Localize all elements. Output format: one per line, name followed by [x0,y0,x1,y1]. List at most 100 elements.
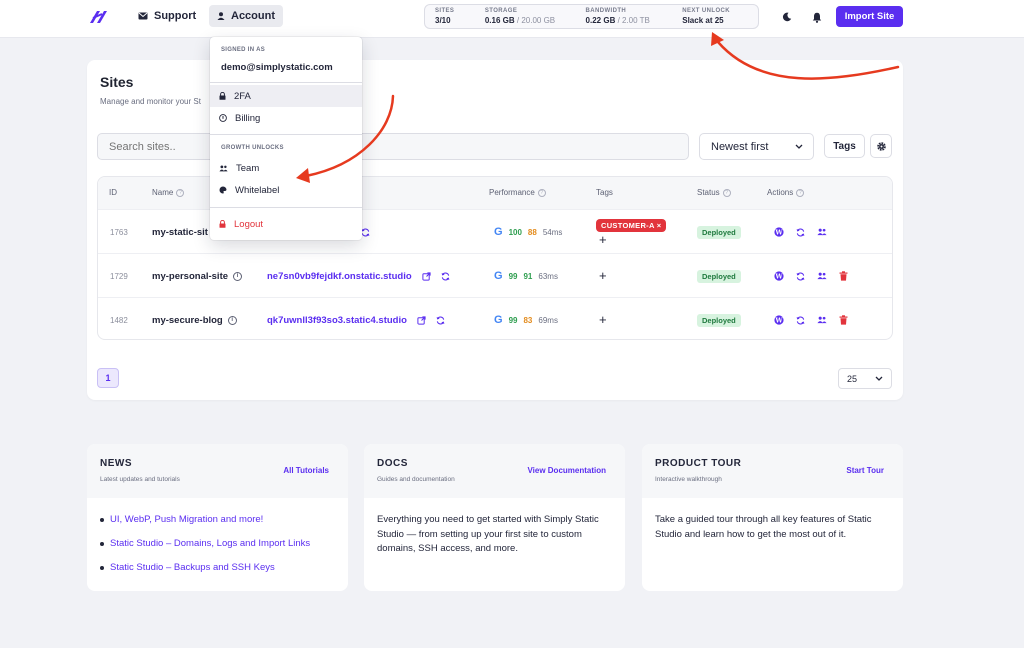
import-site-button[interactable]: Import Site [836,6,903,27]
response-time: 63ms [538,271,558,281]
google-icon: G [494,314,503,326]
gear-icon [876,141,886,151]
sync-icon[interactable] [441,271,450,281]
svg-text:W: W [774,228,783,236]
usage-stats: SITES 3/10 STORAGE 0.16 GB / 20.00 GB BA… [424,4,759,29]
card-header: PRODUCT TOUR Interactive walkthrough Sta… [642,444,903,498]
menu-item-whitelabel[interactable]: Whitelabel [210,179,362,201]
add-tag-icon[interactable]: + [596,269,607,282]
all-tutorials-link[interactable]: All Tutorials [283,466,329,475]
sort-select[interactable]: Newest first [699,133,814,160]
sync-icon[interactable] [796,271,805,281]
pagination-page[interactable]: 1 [97,368,119,388]
site-id: 1729 [110,271,128,281]
sync-icon[interactable] [796,315,805,325]
status-badge: Deployed [697,269,741,283]
site-domain[interactable]: ne7sn0vb9fejdkf.onstatic.studio [267,254,450,298]
help-icon[interactable]: ? [796,188,805,197]
menu-item-label: Team [236,162,260,174]
site-id: 1482 [110,315,128,325]
account-button[interactable]: Account [209,5,283,27]
stat-label: NEXT UNLOCK [682,8,730,14]
info-icon[interactable]: i [227,315,237,325]
billing-icon [219,114,227,122]
tags-button[interactable]: Tags [824,134,865,158]
row-actions: W [774,298,848,339]
menu-item-billing[interactable]: Billing [210,107,362,129]
domain-link[interactable]: ne7sn0vb9fejdkf.onstatic.studio [267,271,412,282]
site-name[interactable]: my-static-sit [152,210,208,254]
help-icon[interactable]: ? [176,188,185,197]
trash-icon[interactable] [839,271,848,281]
dark-mode-toggle[interactable] [780,10,794,24]
growth-unlocks-label: GROWTH UNLOCKS [221,145,284,151]
wordpress-icon[interactable]: W [774,271,784,281]
external-link-icon[interactable] [422,271,431,281]
support-label: Support [154,10,197,22]
response-time: 54ms [542,227,563,237]
users-icon[interactable] [817,316,827,324]
tag-badge[interactable]: CUSTOMER-A × [596,218,667,232]
wordpress-icon[interactable]: W [774,227,784,237]
bell-icon [812,12,822,23]
card-subtitle: Guides and documentation [377,476,455,483]
notifications-button[interactable] [810,10,824,24]
tags-cell: + [596,254,607,298]
divider [210,82,362,83]
news-link[interactable]: Static Studio – Backups and SSH Keys [100,561,335,575]
external-link-icon[interactable] [417,315,426,325]
help-icon[interactable]: ? [537,188,546,197]
sync-icon[interactable] [796,227,805,237]
performance-scores: G 99 91 63ms [494,254,558,298]
top-bar: Support Account SITES 3/10 STORAGE 0.16 … [0,0,1024,38]
users-icon[interactable] [817,228,827,236]
menu-item-label: 2FA [234,90,251,102]
trash-icon[interactable] [839,315,848,325]
users-icon[interactable] [817,272,827,280]
site-domain[interactable]: qk7uwnll3f93so3.static4.studio [267,298,445,339]
info-icon[interactable]: i [233,271,243,281]
stat-label: SITES [435,8,455,14]
row-actions: W [774,210,827,254]
site-name[interactable]: my-personal-site i [152,254,243,298]
menu-item-label: Logout [234,218,264,230]
card-body: UI, WebP, Push Migration and more! Stati… [87,498,348,575]
logo-icon[interactable] [88,9,108,25]
menu-item-2fa[interactable]: 2FA [210,85,362,107]
domain-link[interactable]: qk7uwnll3f93so3.static4.studio [267,315,407,326]
sync-icon[interactable] [361,227,370,237]
account-dropdown: SIGNED IN AS demo@simplystatic.com 2FA B… [210,37,362,240]
wordpress-icon[interactable]: W [774,315,784,325]
palette-icon [219,186,227,194]
logout-button[interactable]: Logout [210,213,362,235]
stat-next-unlock: NEXT UNLOCK Slack at 25 [672,5,758,28]
site-name[interactable]: my-secure-blog i [152,298,237,339]
performance-scores: G 99 83 69ms [494,298,558,339]
help-icon[interactable]: ? [722,188,731,197]
settings-button[interactable] [870,134,892,158]
col-name[interactable]: Name? [152,188,185,197]
add-tag-icon[interactable]: + [596,233,607,246]
col-tags: Tags [596,188,613,197]
card-title: DOCS [377,458,408,469]
site-domain[interactable] [361,210,370,254]
stat-value: Slack at 25 [682,16,724,25]
support-button[interactable]: Support [130,5,204,27]
view-documentation-link[interactable]: View Documentation [527,466,606,475]
google-icon: G [494,270,503,282]
score-performance: 99 [508,315,518,325]
score-secondary: 91 [523,271,533,281]
col-actions: Actions? [767,188,805,197]
menu-item-label: Billing [235,112,261,124]
news-link[interactable]: UI, WebP, Push Migration and more! [100,513,335,527]
start-tour-link[interactable]: Start Tour [846,466,884,475]
search-input[interactable] [97,133,689,160]
add-tag-icon[interactable]: + [596,313,607,326]
per-page-select[interactable]: 25 [838,368,892,389]
news-link[interactable]: Static Studio – Domains, Logs and Import… [100,537,335,551]
page-title: Sites [100,74,134,90]
sync-icon[interactable] [436,315,445,325]
menu-item-team[interactable]: Team [210,157,362,179]
stat-sites: SITES 3/10 [425,5,475,28]
card-subtitle: Latest updates and tutorials [100,476,180,483]
